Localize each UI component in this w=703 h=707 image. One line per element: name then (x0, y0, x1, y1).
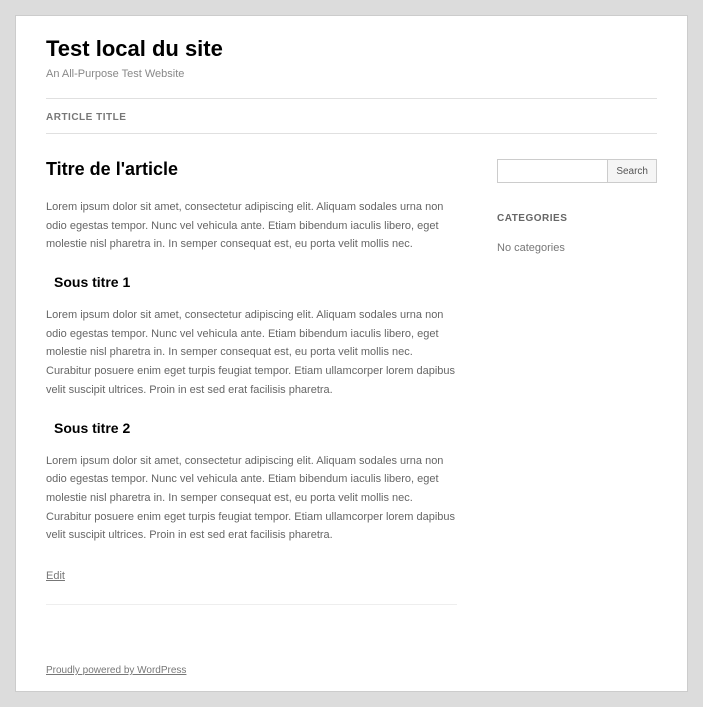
main-content: Titre de l'article Lorem ipsum dolor sit… (46, 159, 457, 605)
subheading-1: Sous titre 1 (54, 274, 457, 290)
content-divider (46, 604, 457, 605)
footer-credit-link[interactable]: Proudly powered by WordPress (46, 665, 186, 676)
nav-bar: ARTICLE TITLE (46, 98, 657, 134)
site-tagline: An All-Purpose Test Website (46, 68, 657, 80)
categories-widget-title: CATEGORIES (497, 213, 657, 224)
nav-item-article-title[interactable]: ARTICLE TITLE (46, 112, 126, 123)
footer-credit[interactable]: Proudly powered by WordPress (46, 665, 657, 676)
subheading-2: Sous titre 2 (54, 420, 457, 436)
categories-empty-text: No categories (497, 242, 657, 254)
search-box: Search (497, 159, 657, 183)
content-wrap: Titre de l'article Lorem ipsum dolor sit… (46, 159, 657, 605)
sidebar: Search CATEGORIES No categories (497, 159, 657, 605)
site-title[interactable]: Test local du site (46, 36, 657, 62)
edit-link[interactable]: Edit (46, 570, 65, 582)
article-paragraph-1: Lorem ipsum dolor sit amet, consectetur … (46, 198, 457, 254)
article-paragraph-3: Lorem ipsum dolor sit amet, consectetur … (46, 452, 457, 545)
search-button[interactable]: Search (608, 159, 657, 183)
page-container: Test local du site An All-Purpose Test W… (15, 15, 688, 692)
article-title[interactable]: Titre de l'article (46, 159, 457, 180)
article-paragraph-2: Lorem ipsum dolor sit amet, consectetur … (46, 306, 457, 399)
search-input[interactable] (497, 159, 608, 183)
